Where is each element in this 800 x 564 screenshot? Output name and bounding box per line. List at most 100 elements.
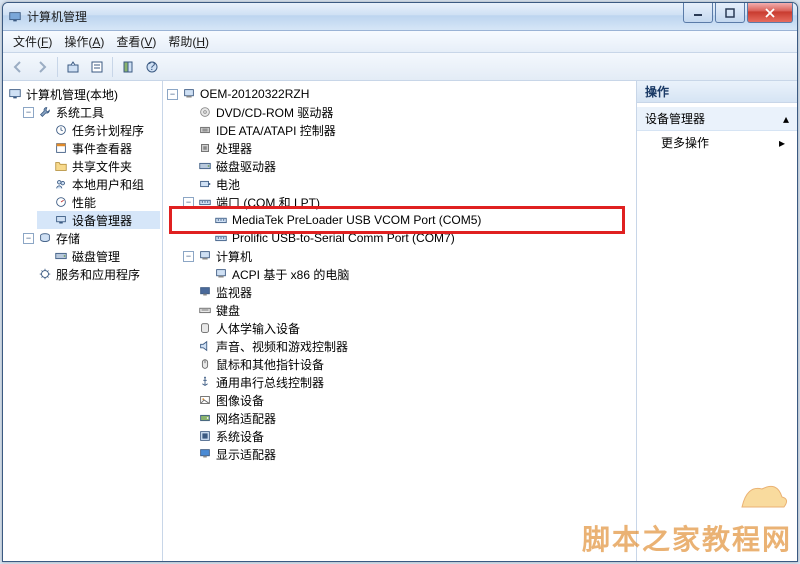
- tree-label: OEM-20120322RZH: [200, 87, 309, 101]
- services-icon: [37, 266, 53, 282]
- more-actions-label: 更多操作: [661, 134, 709, 151]
- tree-label: 端口 (COM 和 LPT): [216, 194, 320, 211]
- device-category[interactable]: − 计算机: [181, 247, 634, 265]
- sound-icon: [197, 338, 213, 354]
- menu-v[interactable]: 查看(V): [110, 31, 162, 52]
- device-category[interactable]: 电池: [181, 175, 634, 193]
- toolbar: ?: [3, 53, 797, 81]
- nav-item[interactable]: 本地用户和组: [37, 175, 160, 193]
- actions-group-header[interactable]: 设备管理器 ▴: [637, 107, 797, 131]
- folder-icon: [53, 158, 69, 174]
- tree-label: 人体学输入设备: [216, 320, 300, 337]
- nav-group[interactable]: − 存储: [21, 229, 160, 247]
- nav-root[interactable]: 计算机管理(本地): [5, 85, 160, 103]
- menubar: 文件(F)操作(A)查看(V)帮助(H): [3, 31, 797, 53]
- forward-button[interactable]: [31, 56, 53, 78]
- menu-h[interactable]: 帮助(H): [162, 31, 215, 52]
- expand-toggle[interactable]: −: [183, 251, 194, 262]
- device-category[interactable]: 处理器: [181, 139, 634, 157]
- tree-label: 事件查看器: [72, 140, 132, 157]
- tree-label: 网络适配器: [216, 410, 276, 427]
- device-category[interactable]: 网络适配器: [181, 409, 634, 427]
- nav-group[interactable]: −系统工具: [21, 103, 160, 121]
- computer-icon: [7, 86, 23, 102]
- device-category[interactable]: 鼠标和其他指针设备: [181, 355, 634, 373]
- more-actions-item[interactable]: 更多操作 ▸: [637, 131, 797, 154]
- net-icon: [197, 410, 213, 426]
- back-button[interactable]: [7, 56, 29, 78]
- tree-label: 存储: [56, 230, 80, 247]
- nav-item[interactable]: 事件查看器: [37, 139, 160, 157]
- nav-item[interactable]: 设备管理器: [37, 211, 160, 229]
- sys-icon: [197, 428, 213, 444]
- watermark-text: 脚本之家教程网: [582, 518, 792, 558]
- tree-label: 键盘: [216, 302, 240, 319]
- device-category[interactable]: 显示适配器: [181, 445, 634, 463]
- device-category[interactable]: 监视器: [181, 283, 634, 301]
- device-category[interactable]: 人体学输入设备: [181, 319, 634, 337]
- svg-text:?: ?: [149, 60, 156, 73]
- devtree-root[interactable]: − OEM-20120322RZH: [165, 85, 634, 103]
- nav-pane[interactable]: 计算机管理(本地)−系统工具任务计划程序事件查看器共享文件夹本地用户和组性能设备…: [3, 81, 163, 561]
- actions-group-label: 设备管理器: [645, 110, 705, 127]
- device-item[interactable]: Prolific USB-to-Serial Comm Port (COM7): [197, 229, 634, 247]
- tree-label: 服务和应用程序: [56, 266, 140, 283]
- minimize-button[interactable]: [683, 3, 713, 23]
- nav-item[interactable]: 共享文件夹: [37, 157, 160, 175]
- device-category[interactable]: 键盘: [181, 301, 634, 319]
- menu-f[interactable]: 文件(F): [7, 31, 58, 52]
- display-icon: [197, 446, 213, 462]
- device-category[interactable]: 系统设备: [181, 427, 634, 445]
- tree-label: 图像设备: [216, 392, 264, 409]
- actions-header: 操作: [637, 81, 797, 103]
- hid-icon: [197, 320, 213, 336]
- device-category[interactable]: 图像设备: [181, 391, 634, 409]
- tree-label: IDE ATA/ATAPI 控制器: [216, 122, 336, 139]
- disk-icon: [53, 248, 69, 264]
- watermark: 脚本之家教程网: [582, 477, 792, 558]
- expand-toggle[interactable]: −: [23, 233, 34, 244]
- tree-label: 磁盘管理: [72, 248, 120, 265]
- expand-toggle[interactable]: −: [167, 89, 178, 100]
- nav-group[interactable]: 服务和应用程序: [21, 265, 160, 283]
- nav-item[interactable]: 性能: [37, 193, 160, 211]
- toolbar-separator: [112, 57, 113, 77]
- device-category[interactable]: 声音、视频和游戏控制器: [181, 337, 634, 355]
- device-category[interactable]: DVD/CD-ROM 驱动器: [181, 103, 634, 121]
- tree-label: 系统设备: [216, 428, 264, 445]
- device-category[interactable]: IDE ATA/ATAPI 控制器: [181, 121, 634, 139]
- window-title: 计算机管理: [27, 8, 87, 25]
- port-icon: [213, 212, 229, 228]
- expand-toggle[interactable]: −: [183, 197, 194, 208]
- perf-icon: [53, 194, 69, 210]
- device-item[interactable]: ACPI 基于 x86 的电脑: [197, 265, 634, 283]
- tree-label: 性能: [72, 194, 96, 211]
- tree-label: 共享文件夹: [72, 158, 132, 175]
- device-category[interactable]: 通用串行总线控制器: [181, 373, 634, 391]
- nav-item[interactable]: 磁盘管理: [37, 247, 160, 265]
- tree-label: 计算机: [216, 248, 252, 265]
- menu-a[interactable]: 操作(A): [58, 31, 110, 52]
- device-item[interactable]: MediaTek PreLoader USB VCOM Port (COM5): [197, 211, 634, 229]
- port-icon: [197, 194, 213, 210]
- properties-button[interactable]: [86, 56, 108, 78]
- collapse-icon: ▴: [783, 112, 789, 126]
- help-button[interactable]: ?: [141, 56, 163, 78]
- nav-item[interactable]: 任务计划程序: [37, 121, 160, 139]
- port-icon: [213, 230, 229, 246]
- up-button[interactable]: [62, 56, 84, 78]
- tree-label: 显示适配器: [216, 446, 276, 463]
- tree-label: 声音、视频和游戏控制器: [216, 338, 348, 355]
- tree-label: 计算机管理(本地): [26, 86, 118, 103]
- expand-toggle[interactable]: −: [23, 107, 34, 118]
- tree-label: 监视器: [216, 284, 252, 301]
- device-category[interactable]: − 端口 (COM 和 LPT): [181, 193, 634, 211]
- close-button[interactable]: [747, 3, 793, 23]
- device-category[interactable]: 磁盘驱动器: [181, 157, 634, 175]
- maximize-button[interactable]: [715, 3, 745, 23]
- users-icon: [53, 176, 69, 192]
- computer-icon: [197, 248, 213, 264]
- device-manager-pane[interactable]: − OEM-20120322RZH DVD/CD-ROM 驱动器IDE ATA/AT…: [163, 81, 637, 561]
- refresh-button[interactable]: [117, 56, 139, 78]
- chevron-right-icon: ▸: [779, 136, 785, 150]
